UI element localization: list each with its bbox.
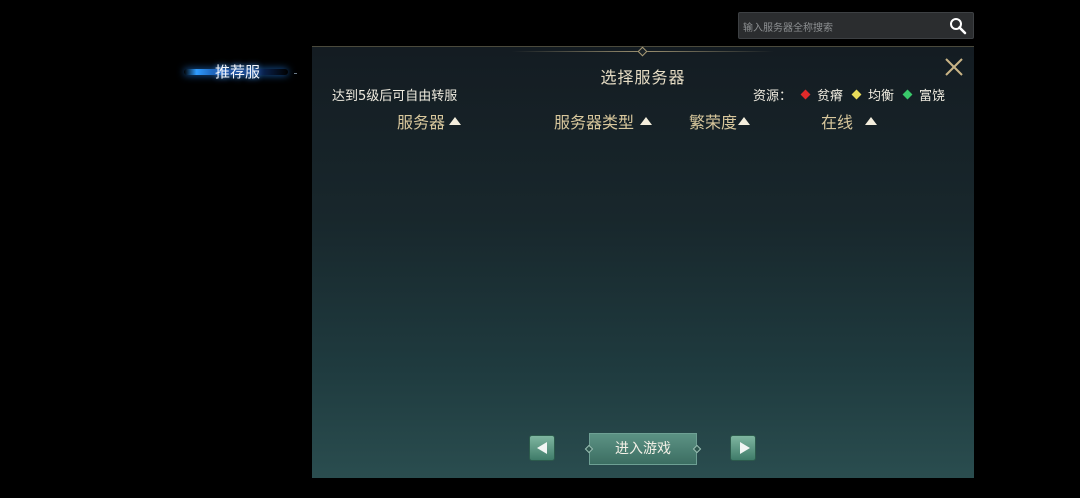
legend-item-balanced: 均衡	[851, 85, 895, 104]
prev-page-button[interactable]	[529, 435, 555, 461]
column-label: 服务器	[397, 113, 446, 132]
legend-item-barren: 贫瘠	[800, 85, 844, 104]
sort-asc-icon	[738, 117, 751, 125]
tab-recommended-servers[interactable]: 推荐服	[180, 58, 300, 86]
prev-page-icon	[537, 442, 547, 454]
panel-top-ornament-diamond	[637, 46, 648, 57]
resource-legend: 资源： 贫瘠 均衡 富饶	[753, 85, 945, 104]
legend-label: 均衡	[868, 89, 895, 104]
sort-asc-icon	[865, 117, 878, 125]
sort-asc-icon	[449, 117, 462, 125]
column-header-server[interactable]: 服务器	[397, 109, 462, 133]
search-placeholder: 输入服务器全称搜索	[743, 23, 833, 34]
green-gem-icon	[902, 89, 913, 100]
button-ornament-right	[692, 444, 702, 454]
close-icon[interactable]	[944, 57, 964, 77]
yellow-gem-icon	[851, 89, 862, 100]
tab-divider	[294, 73, 297, 74]
enter-game-label: 进入游戏	[615, 441, 671, 457]
column-header-server-type[interactable]: 服务器类型	[554, 109, 653, 133]
legend-item-rich: 富饶	[902, 85, 946, 104]
column-header-online[interactable]: 在线	[821, 109, 878, 133]
legend-label: 贫瘠	[817, 89, 844, 104]
column-label: 服务器类型	[554, 113, 635, 132]
button-ornament-left	[584, 444, 594, 454]
server-select-panel: 选择服务器 达到5级后可自由转服 资源： 贫瘠 均衡 富饶 服务器 服务器类型 …	[312, 46, 974, 478]
search-icon[interactable]	[949, 17, 967, 35]
server-search-box[interactable]: 输入服务器全称搜索	[738, 12, 974, 39]
enter-game-button[interactable]: 进入游戏	[584, 433, 702, 465]
transfer-hint: 达到5级后可自由转服	[332, 89, 458, 104]
next-page-icon	[740, 442, 750, 454]
column-label: 繁荣度	[689, 113, 738, 132]
column-label: 在线	[821, 113, 854, 132]
legend-label: 富饶	[919, 89, 946, 104]
resource-legend-label: 资源：	[753, 89, 793, 104]
red-gem-icon	[800, 89, 811, 100]
next-page-button[interactable]	[730, 435, 756, 461]
sort-asc-icon	[640, 117, 653, 125]
tab-label: 推荐服	[215, 63, 261, 81]
column-header-prosperity[interactable]: 繁荣度	[689, 109, 751, 133]
